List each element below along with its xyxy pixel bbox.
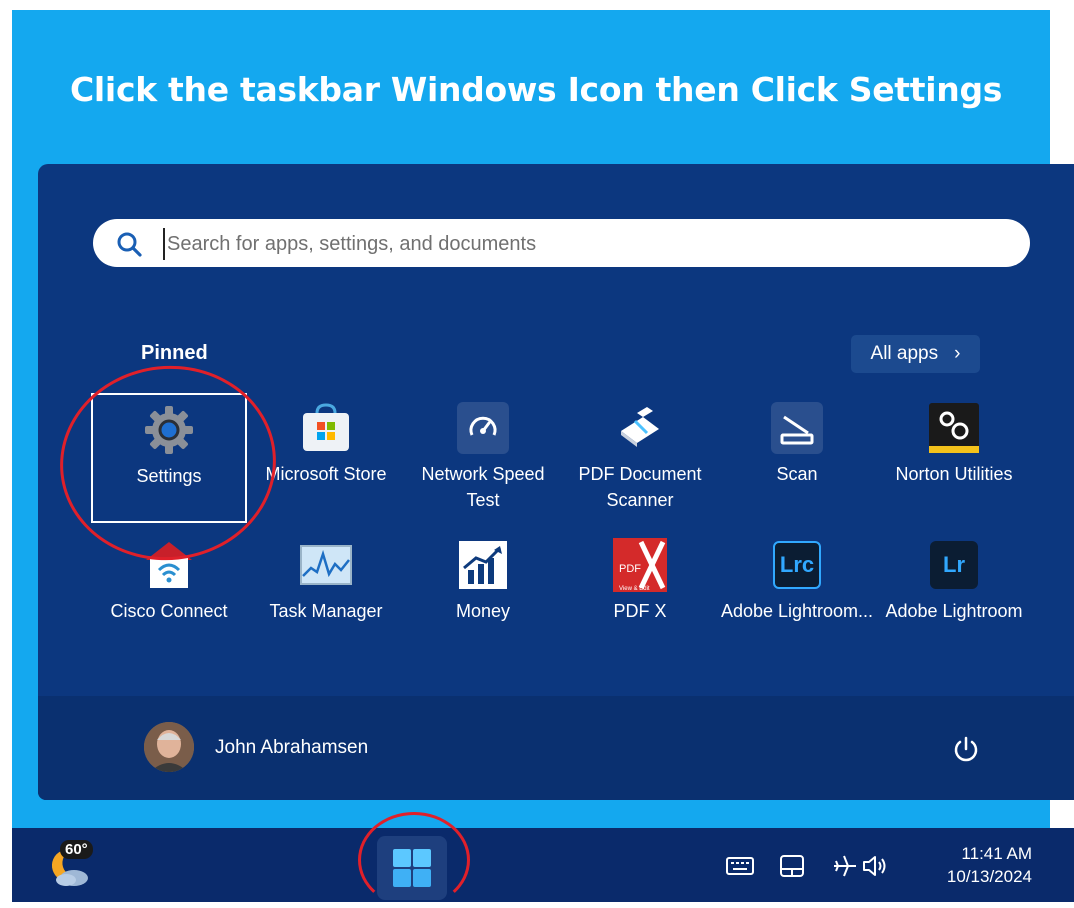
instruction-heading: Click the taskbar Windows Icon then Clic… [70, 70, 1003, 109]
app-label: Cisco Connect [110, 601, 228, 621]
app-tile-adobe-lightroom[interactable]: Lr Adobe Lightroom [876, 530, 1032, 660]
app-tile-settings[interactable]: Settings [91, 393, 247, 523]
lightroom-classic-icon-text: Lrc [779, 552, 815, 577]
settings-gear-icon [142, 403, 196, 457]
keyboard-icon[interactable] [725, 852, 755, 880]
scanner-icon [613, 401, 667, 455]
app-tile-pdf-document-scanner[interactable]: PDF Document Scanner [562, 393, 718, 523]
start-button[interactable] [377, 836, 447, 900]
lightroom-icon-text: Lr [943, 552, 965, 577]
system-clock[interactable]: 11:41 AM 10/13/2024 [902, 842, 1032, 888]
cisco-connect-icon [142, 538, 196, 592]
power-icon[interactable] [950, 734, 982, 766]
clock-time: 11:41 AM [961, 844, 1032, 863]
scan-icon [770, 401, 824, 455]
app-label: PDF Document Scanner [578, 464, 702, 510]
app-tile-adobe-lightroom-classic[interactable]: Lrc Adobe Lightroom... [719, 530, 875, 660]
volume-icon[interactable] [860, 852, 890, 880]
speedometer-icon [456, 401, 510, 455]
app-tile-task-manager[interactable]: Task Manager [248, 530, 404, 660]
app-label: Money [455, 601, 511, 621]
pinned-heading: Pinned [141, 342, 208, 364]
app-label: Adobe Lightroom [885, 601, 1023, 621]
money-chart-icon [456, 538, 510, 592]
app-label: Norton Utilities [895, 464, 1013, 484]
lightroom-icon: Lr [930, 541, 978, 589]
touchpad-icon[interactable] [777, 852, 807, 880]
chevron-right-icon: › [954, 343, 961, 364]
pdf-x-icon: PDF View & Edit [613, 538, 667, 592]
app-tile-money[interactable]: Money [405, 530, 561, 660]
avatar[interactable] [144, 722, 194, 772]
app-label: Adobe Lightroom... [720, 601, 874, 621]
all-apps-label: All apps [870, 343, 939, 364]
app-label: Microsoft Store [265, 464, 387, 484]
app-tile-cisco-connect[interactable]: Cisco Connect [91, 530, 247, 660]
all-apps-button[interactable]: All apps › [851, 335, 980, 373]
search-box[interactable] [93, 219, 1030, 267]
app-label: Task Manager [269, 601, 383, 621]
weather-temperature: 60° [60, 840, 93, 859]
app-tile-microsoft-store[interactable]: Microsoft Store [248, 393, 404, 523]
airplane-mode-icon[interactable] [830, 852, 860, 880]
app-tile-norton-utilities[interactable]: Norton Utilities [876, 393, 1032, 523]
taskbar: 60° 11:41 AM 10/13/2024 [12, 828, 1074, 902]
task-manager-icon [299, 538, 353, 592]
start-menu: Pinned All apps › Setting [38, 164, 1074, 800]
microsoft-store-icon [299, 401, 353, 455]
norton-utilities-icon [927, 401, 981, 455]
app-label: Scan [776, 464, 818, 484]
user-name[interactable]: John Abrahamsen [215, 737, 368, 759]
windows-logo-icon [393, 849, 431, 887]
app-tile-scan[interactable]: Scan [719, 393, 875, 523]
start-menu-footer: John Abrahamsen [38, 696, 1074, 800]
search-input[interactable] [163, 228, 989, 260]
clock-date: 10/13/2024 [946, 867, 1032, 886]
search-icon [117, 232, 142, 257]
app-tile-pdf-x[interactable]: PDF View & Edit PDF X [562, 530, 718, 660]
app-label: Settings [136, 466, 202, 486]
app-label: Network Speed Test [421, 464, 545, 510]
lightroom-classic-icon: Lrc [773, 541, 821, 589]
app-tile-network-speed-test[interactable]: Network Speed Test [405, 393, 561, 523]
